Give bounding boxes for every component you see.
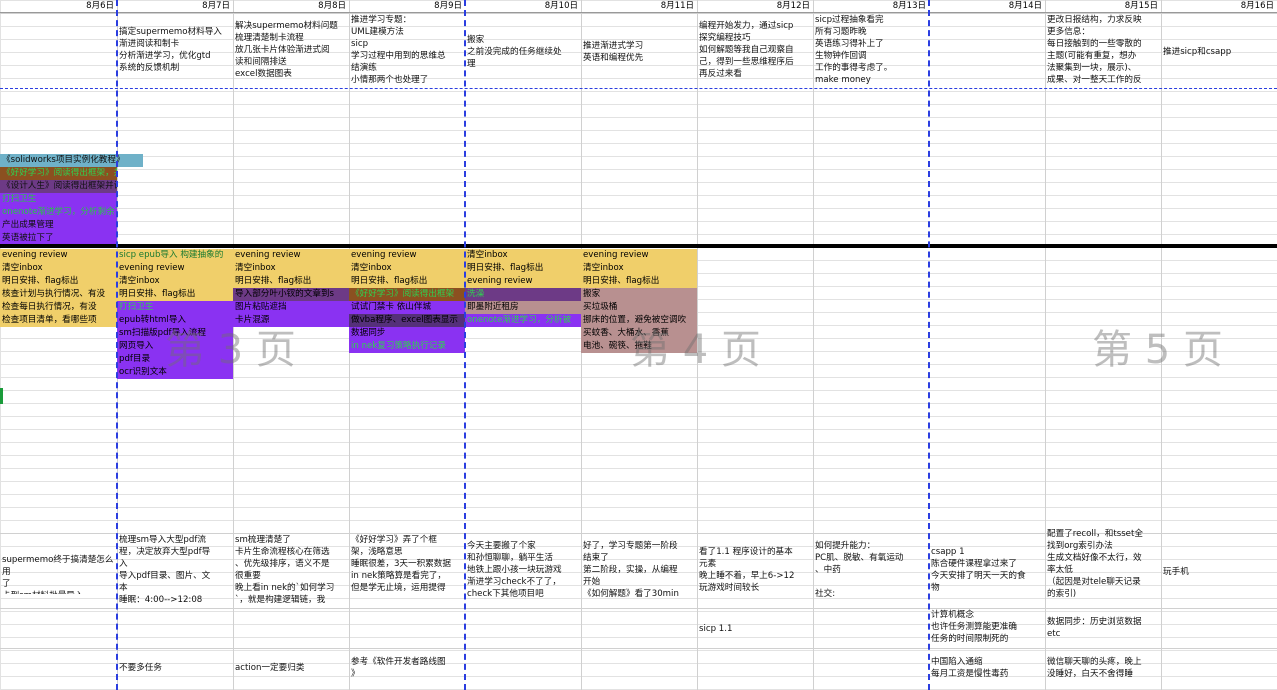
- review-note[interactable]: 好了，学习专题第一阶段 结束了 第二阶段，实操，从编程 开始 《如何解题》看了3…: [581, 540, 697, 608]
- plan-note[interactable]: 搞定supermemo材料导入 渐进阅读和制卡 分析渐进学习，优化gtd 系统的…: [117, 26, 233, 88]
- lesson-note[interactable]: action一定要归类: [233, 662, 349, 678]
- task-cell[interactable]: 清空inbox: [581, 262, 697, 275]
- task-cell[interactable]: 《好好学习》阅读得出框架，并准备提问: [0, 167, 117, 180]
- task-cell[interactable]: evening review: [349, 249, 465, 262]
- task-cell[interactable]: 买垃圾桶: [581, 301, 697, 314]
- task-cell[interactable]: onenote渐进学习，分析剩余下的原因: [0, 206, 117, 219]
- review-note[interactable]: supermemo终于搞清楚怎么用 了 卡到sm材料批量导入: [0, 554, 117, 594]
- row-divider: [0, 608, 1277, 609]
- task-cell[interactable]: 清空inbox: [233, 262, 349, 275]
- plan-note[interactable]: 推进学习专题： UML建模方法 sicp 学习过程中用到的思维总 结演练 小情那…: [349, 14, 465, 88]
- task-cell[interactable]: 清空inbox: [0, 262, 117, 275]
- review-note[interactable]: sm梳理清楚了 卡片生命流程核心在筛选 、优先级排序，语义不是 很重要 晚上看i…: [233, 534, 349, 608]
- date-header[interactable]: 8月14日: [929, 0, 1045, 13]
- page-watermark: 第 5 页: [1092, 327, 1223, 373]
- task-cell[interactable]: 清空inbox: [465, 249, 581, 262]
- review-note[interactable]: 《好好学习》弄了个框 架，浅略意思 睡眠很差，3天一积累数据 in nek策略算…: [349, 534, 465, 608]
- task-cell[interactable]: 明日安排、flag标出: [0, 275, 117, 288]
- review-note[interactable]: 看了1.1 程序设计的基本 元素 晚上睡不着，早上6->12 玩游戏时间较长: [697, 546, 813, 608]
- learning-note[interactable]: sicp 1.1: [697, 623, 813, 639]
- page-watermark: 第 3 页: [165, 327, 296, 373]
- task-cell[interactable]: 清空inbox: [117, 275, 233, 288]
- plan-note[interactable]: 推进sicp和csapp: [1161, 46, 1277, 62]
- date-header[interactable]: 8月15日: [1045, 0, 1161, 13]
- task-cell[interactable]: 洗澡: [465, 288, 581, 301]
- task-cell[interactable]: 做vba程序、excel图表显示: [349, 314, 465, 327]
- task-cell[interactable]: 产出成果管理: [0, 219, 117, 232]
- task-cell[interactable]: 图片粘贴遮挡: [233, 301, 349, 314]
- date-header[interactable]: 8月10日: [465, 0, 581, 13]
- task-cell[interactable]: onenote渐进学习，分析被: [465, 314, 581, 327]
- page-break-line: [928, 0, 930, 690]
- task-cell[interactable]: evening review: [581, 249, 697, 262]
- task-cell[interactable]: 打扫卫生: [117, 301, 233, 314]
- task-cell[interactable]: evening review: [465, 275, 581, 288]
- plan-note[interactable]: 推进渐进式学习 英语和编程优先: [581, 40, 697, 88]
- spreadsheet-grid[interactable]: 8月6日 8月7日 8月8日 8月9日 8月10日 8月11日 8月12日 8月…: [0, 0, 1277, 690]
- task-cell[interactable]: 数据同步: [349, 327, 465, 340]
- task-cell[interactable]: 《好好学习》阅读得出框架: [349, 288, 465, 301]
- review-note[interactable]: 如何提升能力： PC肌、脱敏、有氧运动 、中药 社交:: [813, 540, 929, 608]
- review-note[interactable]: 梳理sm导入大型pdf流 程，决定放弃大型pdf导 入 导入pdf目录、图片、文…: [117, 534, 233, 608]
- task-cell[interactable]: 明日安排、flag标出: [465, 262, 581, 275]
- task-cell[interactable]: evening review: [0, 249, 117, 262]
- review-note[interactable]: 配置了recoll，和tsset全 找到org索引办法 生成文档好像不太行，效 …: [1045, 528, 1161, 608]
- task-cell[interactable]: in nek复习策略执行记录: [349, 340, 465, 353]
- row-divider: [0, 648, 1277, 649]
- task-cell[interactable]: 明日安排、flag标出: [117, 288, 233, 301]
- date-header[interactable]: 8月7日: [117, 0, 233, 13]
- page-break-line: [0, 88, 1277, 89]
- lesson-note[interactable]: 中国陷入通缩 每月工资是慢性毒药: [929, 656, 1045, 686]
- task-cell[interactable]: 即墨附近租房: [465, 301, 581, 314]
- task-cell[interactable]: 核查计划与执行情况、有没: [0, 288, 117, 301]
- task-cell[interactable]: 明日安排、flag标出: [581, 275, 697, 288]
- plan-note[interactable]: 更改日报结构，力求反映 更多信息： 每日接触到的一些零散的 主题(可能有重复，想…: [1045, 14, 1161, 88]
- date-header[interactable]: 8月11日: [581, 0, 697, 13]
- page-watermark: 第 4 页: [630, 327, 761, 373]
- task-cell[interactable]: 清空inbox: [349, 262, 465, 275]
- date-header[interactable]: 8月8日: [233, 0, 349, 13]
- page-break-line: [464, 0, 466, 690]
- active-cell-marker: [0, 388, 3, 404]
- plan-note[interactable]: 编程开始发力，通过sicp 探究编程技巧 如何解题等我自己观察自 己，得到一些思…: [697, 20, 813, 88]
- learning-note[interactable]: 计算机概念 也许任务测算能更准确 任务的时间限制死的: [929, 609, 1045, 648]
- date-header[interactable]: 8月16日: [1161, 0, 1277, 13]
- task-cell[interactable]: evening review: [117, 262, 233, 275]
- learning-note[interactable]: 数据同步：历史浏览数据 etc: [1045, 616, 1161, 646]
- date-header[interactable]: 8月6日: [0, 0, 117, 13]
- date-header[interactable]: 8月13日: [813, 0, 929, 13]
- lesson-note[interactable]: 微信聊天聊的头疼，晚上 没睡好，白天不舍得睡: [1045, 656, 1161, 686]
- plan-note[interactable]: sicp过程抽象看完 所有习题昨晚 英语练习得补上了 生物钟作回调 工作的事得考…: [813, 14, 929, 88]
- task-cell[interactable]: 明日安排、flag标出: [349, 275, 465, 288]
- plan-note[interactable]: 解决supermemo材料问题 梳理清楚制卡流程 放几张卡片体验渐进式阅 读和间…: [233, 20, 349, 88]
- lesson-note[interactable]: 参考《软件开发者路线图 》: [349, 656, 465, 686]
- page-break-line: [116, 0, 118, 690]
- task-cell[interactable]: 检查每日执行情况，有没: [0, 301, 117, 314]
- section-separator: [0, 244, 1277, 248]
- date-header[interactable]: 8月12日: [697, 0, 813, 13]
- task-cell[interactable]: 导入部分叶小钗的文章到s: [233, 288, 349, 301]
- lesson-note[interactable]: 不要多任务: [117, 662, 233, 678]
- review-note[interactable]: 今天主要搬了个家 和孙恒聊聊，躺平生活 地铁上跟小孩一块玩游戏 渐进学习chec…: [465, 540, 581, 608]
- task-cell[interactable]: 检查项目清单，看哪些项: [0, 314, 117, 327]
- review-note[interactable]: 玩手机: [1161, 566, 1277, 582]
- task-cell[interactable]: evening review: [233, 249, 349, 262]
- task-cell[interactable]: 《solidworks项目实例化教程》: [0, 154, 143, 167]
- review-note[interactable]: csapp 1 陈合硬件课程拿过来了 今天安排了明天一天的食 物: [929, 546, 1045, 608]
- plan-note[interactable]: 搬家 之前没完成的任务继续处 理: [465, 34, 581, 88]
- date-header[interactable]: 8月9日: [349, 0, 465, 13]
- task-cell[interactable]: 试试门禁卡 依山伴城: [349, 301, 465, 314]
- task-cell[interactable]: 《设计人生》阅读得出框架并设计实践: [0, 180, 117, 193]
- task-cell[interactable]: sicp epub导入 构建抽象的: [117, 249, 233, 262]
- task-cell[interactable]: 打扫卫生: [0, 193, 117, 206]
- task-cell[interactable]: 搬家: [581, 288, 697, 301]
- task-cell[interactable]: 明日安排、flag标出: [233, 275, 349, 288]
